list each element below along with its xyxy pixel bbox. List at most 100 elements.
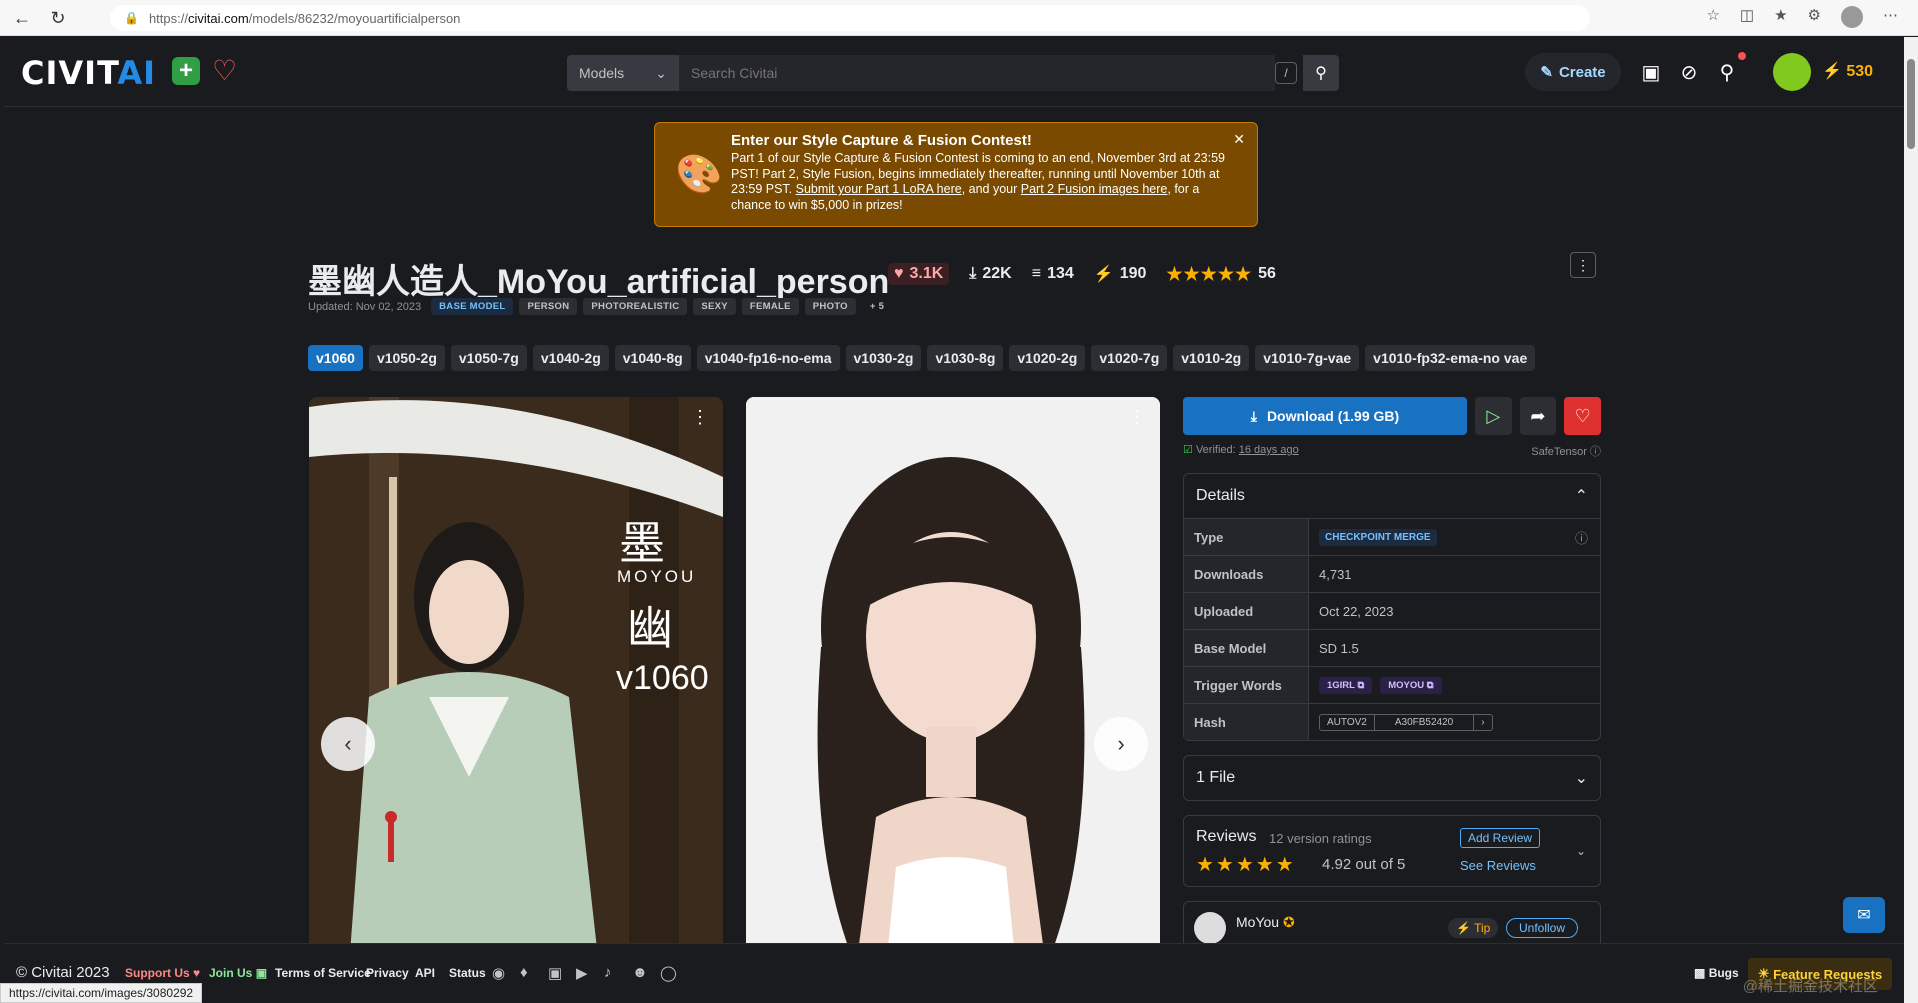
- next-arrow-icon[interactable]: ›: [1094, 717, 1148, 771]
- join-us-link[interactable]: Join Us ▣: [209, 966, 267, 980]
- extensions-icon[interactable]: ⚙: [1808, 6, 1821, 28]
- trigger-word-badge[interactable]: MOYOU ⧉: [1380, 676, 1442, 694]
- version-tab[interactable]: v1050-2g: [368, 345, 445, 371]
- privacy-link[interactable]: Privacy: [366, 966, 409, 980]
- twitter-icon[interactable]: ♦: [520, 964, 528, 981]
- verified-date-link[interactable]: 16 days ago: [1239, 444, 1299, 456]
- details-row-downloads: Downloads 4,731: [1184, 555, 1600, 592]
- user-avatar[interactable]: [1773, 53, 1811, 91]
- version-tab[interactable]: v1050-7g: [450, 345, 527, 371]
- bugs-link[interactable]: ▩ Bugs: [1694, 966, 1739, 980]
- eye-off-icon[interactable]: ⊘: [1676, 59, 1702, 85]
- download-button[interactable]: ⤓ Download (1.99 GB): [1183, 397, 1467, 435]
- terms-link[interactable]: Terms of Service: [275, 966, 371, 980]
- more-options-button[interactable]: ⋮: [1570, 252, 1596, 278]
- civitai-logo[interactable]: CIVITAI: [21, 54, 156, 92]
- join-label: Join Us: [209, 966, 253, 980]
- instagram-icon[interactable]: ▣: [548, 964, 562, 982]
- menu-icon[interactable]: ⋯: [1883, 6, 1898, 28]
- support-us-link[interactable]: Support Us ♥: [125, 966, 200, 980]
- bolt-icon: ⚡: [1093, 266, 1114, 283]
- status-link[interactable]: Status: [449, 966, 486, 980]
- prev-arrow-icon[interactable]: ‹: [321, 717, 375, 771]
- profile-avatar[interactable]: [1841, 6, 1863, 28]
- favorite-icon[interactable]: ☆: [1706, 6, 1719, 28]
- files-header[interactable]: 1 File ⌄: [1184, 756, 1600, 800]
- banner-link-part1[interactable]: Submit your Part 1 LoRA here: [796, 182, 962, 196]
- image-menu-icon[interactable]: ⋮: [691, 407, 709, 428]
- discord-icon[interactable]: ◉: [492, 964, 505, 982]
- collections-icon[interactable]: ★: [1774, 6, 1787, 28]
- image-menu-icon[interactable]: ⋮: [1128, 407, 1146, 428]
- api-link[interactable]: API: [415, 966, 435, 980]
- preview-image-1[interactable]: 墨 MOYOU 幽 v1060 ⋮ ‹: [309, 397, 723, 967]
- version-tab[interactable]: v1010-fp32-ema-no vae: [1365, 345, 1536, 371]
- version-tab[interactable]: v1020-2g: [1009, 345, 1086, 371]
- plus-icon[interactable]: +: [172, 57, 200, 85]
- tip-button[interactable]: ⚡ Tip: [1448, 918, 1499, 938]
- refresh-icon[interactable]: ↻: [42, 2, 74, 34]
- version-tab[interactable]: v1010-7g-vae: [1255, 345, 1360, 371]
- page-scrollbar[interactable]: [1904, 37, 1918, 1003]
- files-card[interactable]: 1 File ⌄: [1183, 755, 1601, 801]
- verified-check-icon: ☑: [1183, 444, 1193, 456]
- preview-image-2[interactable]: ⋮ ›: [746, 397, 1160, 967]
- close-icon[interactable]: ✕: [1233, 131, 1245, 148]
- buzz-balance[interactable]: ⚡ 530: [1822, 61, 1873, 81]
- run-play-icon[interactable]: ▷: [1474, 397, 1512, 435]
- tiktok-icon[interactable]: ♪: [604, 964, 612, 981]
- reddit-icon[interactable]: ☻: [632, 964, 648, 981]
- hash-display[interactable]: AUTOV2 A30FB52420 ›: [1319, 713, 1493, 731]
- creator-name[interactable]: MoYou ✪: [1236, 914, 1295, 931]
- favorite-heart-icon[interactable]: ♡: [1564, 397, 1602, 435]
- tag[interactable]: FEMALE: [741, 298, 799, 315]
- model-stats: ♥ 3.1K ⤓ 22K ≡ 134 ⚡ 190 ★★★★★ 56: [888, 263, 1276, 285]
- tag[interactable]: PERSON: [519, 298, 578, 315]
- share-icon[interactable]: ➦: [1519, 397, 1557, 435]
- address-bar[interactable]: 🔒 https://civitai.com/models/86232/moyou…: [110, 5, 1590, 31]
- upload-icon[interactable]: ▣: [1638, 59, 1664, 85]
- scrollbar-thumb[interactable]: [1907, 59, 1915, 149]
- tag[interactable]: PHOTO: [804, 298, 856, 315]
- details-key: Type: [1184, 519, 1309, 555]
- heart-icon: ♥: [894, 265, 904, 282]
- version-tab[interactable]: v1010-2g: [1173, 345, 1250, 371]
- unfollow-button[interactable]: Unfollow: [1506, 918, 1579, 938]
- split-screen-icon[interactable]: ◫: [1740, 6, 1754, 28]
- version-tab[interactable]: v1040-fp16-no-ema: [696, 345, 840, 371]
- chat-icon[interactable]: ✉: [1843, 897, 1885, 933]
- rating[interactable]: ★★★★★ 56: [1166, 264, 1275, 285]
- creator-avatar[interactable]: [1194, 912, 1226, 944]
- search-input[interactable]: [679, 55, 1275, 91]
- banner-link-part2[interactable]: Part 2 Fusion images here: [1021, 182, 1168, 196]
- chevron-right-icon[interactable]: ›: [1474, 715, 1491, 730]
- version-tab[interactable]: v1030-2g: [845, 345, 922, 371]
- trigger-word-badge[interactable]: 1GIRL ⧉: [1319, 676, 1373, 694]
- back-icon[interactable]: ←: [6, 2, 38, 34]
- info-icon[interactable]: ⓘ: [1590, 446, 1601, 458]
- create-button[interactable]: ✎ Create: [1525, 53, 1621, 91]
- see-reviews-link[interactable]: See Reviews: [1460, 858, 1536, 873]
- version-tab[interactable]: v1020-7g: [1091, 345, 1168, 371]
- like-count[interactable]: ♥ 3.1K: [888, 263, 950, 285]
- likes-value: 3.1K: [909, 265, 944, 282]
- search-icon[interactable]: ⚲: [1303, 55, 1339, 91]
- info-icon[interactable]: ⓘ: [1575, 528, 1588, 547]
- search-category-select[interactable]: Models ⌄: [567, 55, 679, 91]
- version-tab[interactable]: v1030-8g: [927, 345, 1004, 371]
- more-tags-button[interactable]: + 5: [862, 298, 892, 315]
- version-tab[interactable]: v1060: [308, 345, 363, 371]
- tag-base-model[interactable]: BASE MODEL: [431, 298, 514, 315]
- bell-icon[interactable]: ⚲: [1714, 59, 1740, 85]
- palette-icon: 🎨: [675, 154, 723, 196]
- youtube-icon[interactable]: ▶: [576, 964, 588, 982]
- version-tab[interactable]: v1040-2g: [532, 345, 609, 371]
- version-tab[interactable]: v1040-8g: [614, 345, 691, 371]
- chevron-down-icon[interactable]: ⌄: [1576, 844, 1586, 858]
- heart-icon[interactable]: ♡: [212, 54, 237, 87]
- tag[interactable]: SEXY: [693, 298, 736, 315]
- add-review-button[interactable]: Add Review: [1460, 828, 1541, 848]
- tag[interactable]: PHOTOREALISTIC: [583, 298, 688, 315]
- github-icon[interactable]: ◯: [660, 964, 677, 982]
- details-header[interactable]: Details ⌃: [1184, 474, 1600, 518]
